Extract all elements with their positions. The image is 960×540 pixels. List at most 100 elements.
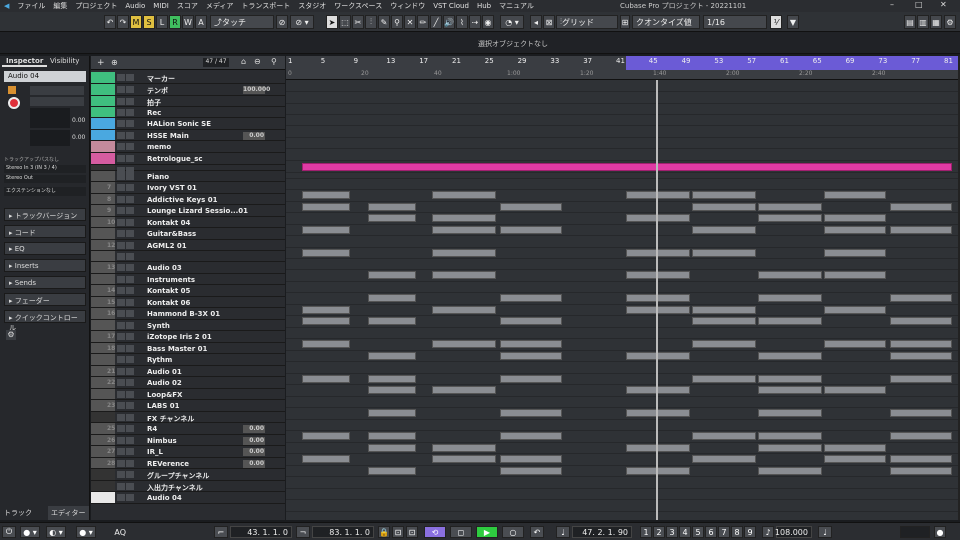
event[interactable] [758,214,822,222]
minimize-icon[interactable]: – [890,0,894,9]
track-row[interactable]: 23 LABS 01 [91,400,285,412]
event[interactable] [432,340,496,348]
mute-solo-buttons[interactable] [117,207,135,214]
event[interactable] [500,467,562,475]
track-lane[interactable] [286,293,958,305]
menu-item[interactable]: メディア [202,1,238,11]
track-row[interactable]: HALion Sonic SE [91,118,285,130]
gear-icon[interactable]: ⚙ [6,330,16,340]
event[interactable] [368,386,416,394]
search-icon[interactable]: ⚲ [271,57,277,66]
split-tool-icon[interactable]: ✂ [352,15,364,29]
mute-solo-buttons[interactable] [117,253,135,260]
track-lane[interactable] [286,305,958,316]
track-lane[interactable] [286,225,958,236]
mute-solo-buttons[interactable] [117,276,135,283]
mute-solo-buttons[interactable] [117,109,135,116]
event[interactable] [626,191,690,199]
event[interactable] [432,271,496,279]
event[interactable] [890,352,952,360]
event[interactable] [692,317,756,325]
tab-visibility[interactable]: Visibility [46,56,83,67]
track-lane[interactable] [286,80,958,92]
add-track-icon[interactable]: + [97,58,105,68]
event[interactable] [824,214,886,222]
track-row[interactable]: 10 Kontakt 04 [91,217,285,228]
mute-solo-buttons[interactable] [117,333,135,340]
event[interactable] [626,467,690,475]
event[interactable] [692,306,756,314]
event[interactable] [302,306,350,314]
undo-icon[interactable]: ↶ [104,15,116,29]
event[interactable] [500,455,562,463]
power-icon[interactable]: ⏻ [2,526,16,538]
mute-solo-buttons[interactable] [117,299,135,306]
event[interactable] [432,249,496,257]
track-lane[interactable] [286,316,958,328]
event[interactable] [500,203,562,211]
snap-toggle-icon[interactable]: ⊠ [543,15,555,29]
inspector-track-name[interactable]: Audio 04 [4,71,86,82]
input-routing[interactable]: Stereo In 3 (IN 3 / 4) [4,165,86,173]
rewind-icon[interactable]: ↶ [530,526,544,538]
event[interactable] [824,386,886,394]
track-value[interactable]: 0.00 [243,425,265,433]
mute-solo-buttons[interactable] [117,184,135,191]
track-value[interactable]: 0.00 [243,460,265,468]
marker-7-icon[interactable]: 7 [718,526,730,538]
event[interactable] [824,340,886,348]
quantize-value-select[interactable]: 1/16 [703,15,767,29]
event[interactable] [758,432,822,440]
marker-2-icon[interactable]: 2 [653,526,665,538]
home-icon[interactable]: ⌂ [241,57,246,66]
automation-a-button[interactable]: A [195,15,207,29]
monitor-button[interactable] [8,86,16,94]
event[interactable] [626,306,690,314]
track-lane[interactable] [286,202,958,213]
link-icon[interactable]: ⊘ ▾ [290,15,314,29]
mute-solo-buttons[interactable] [117,230,135,237]
track-row[interactable]: Rec [91,107,285,118]
track-lane[interactable] [286,466,958,477]
inspector-section[interactable]: ▸ EQ [4,242,86,255]
menu-item[interactable]: 編集 [49,1,71,11]
track-row[interactable]: HSSE Main 0.00 [91,130,285,141]
track-lane[interactable] [286,339,958,351]
track-row[interactable]: Guitar&Bass [91,228,285,240]
listen-button[interactable]: L [156,15,168,29]
event[interactable] [302,340,350,348]
snap-type-select[interactable]: ⫶ グリッド [556,15,618,29]
tab-track[interactable]: トラック [4,508,32,518]
mute-solo-buttons[interactable] [117,494,135,501]
quantize-toggle-icon[interactable]: ⊞ [620,15,630,29]
track-row[interactable]: 25 R4 0.00 [91,423,285,435]
event[interactable] [758,203,822,211]
pointer-tool-icon[interactable]: ➤ [326,15,338,29]
event[interactable] [626,409,690,417]
record-mode-icon[interactable]: ● ▾ [20,526,40,538]
event[interactable] [758,317,822,325]
tab-inspector[interactable]: Inspector [2,56,48,67]
event[interactable] [758,271,822,279]
tempo-display[interactable]: 108.000 [775,526,812,538]
playhead-cursor[interactable] [656,80,658,520]
track-lane[interactable] [286,420,958,431]
track-row[interactable]: 18 Bass Master 01 [91,343,285,354]
event[interactable] [692,203,756,211]
track-row[interactable]: 9 Lounge Lizard Sessio...01 [91,205,285,217]
track-lane[interactable] [286,431,958,443]
event[interactable] [626,271,690,279]
metronome-icon[interactable]: ♪ [762,526,774,538]
event[interactable] [890,467,952,475]
track-lane[interactable] [286,213,958,225]
event[interactable] [368,352,416,360]
mute-solo-buttons[interactable] [117,402,135,409]
arrow-left-icon[interactable]: ◂ [530,15,542,29]
marker-9-icon[interactable]: 9 [744,526,756,538]
mute-solo-buttons[interactable] [117,483,135,490]
event[interactable] [824,271,886,279]
event[interactable] [890,317,952,325]
mute-solo-buttons[interactable] [117,356,135,363]
event[interactable] [758,352,822,360]
menu-item[interactable]: スタジオ [294,1,330,11]
